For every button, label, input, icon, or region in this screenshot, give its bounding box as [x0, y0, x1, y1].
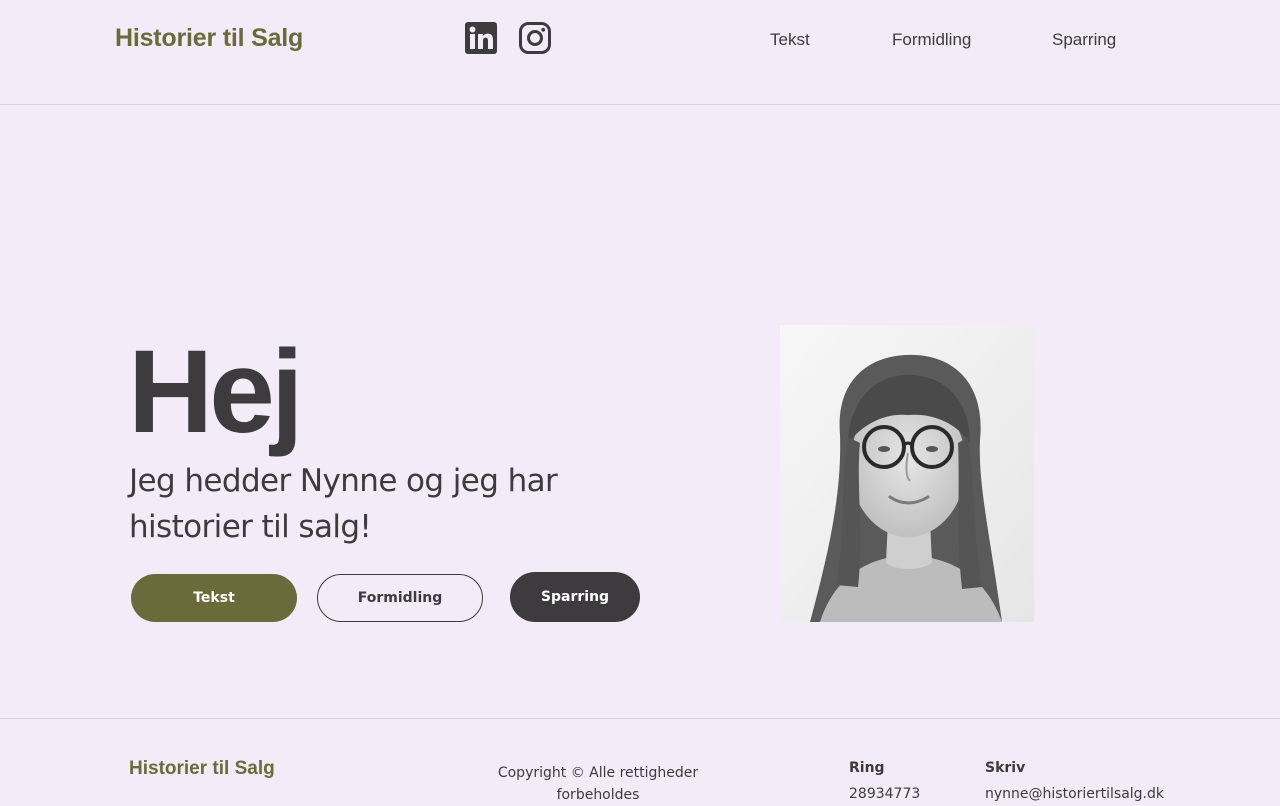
contact-skriv-label: Skriv [985, 760, 1026, 776]
contact-ring-label: Ring [849, 760, 885, 776]
sparring-button[interactable]: Sparring [510, 572, 640, 622]
linkedin-link[interactable] [464, 21, 498, 55]
nav-formidling[interactable]: Formidling [892, 28, 971, 52]
nav-sparring[interactable]: Sparring [1052, 28, 1116, 52]
footer-divider [0, 718, 1280, 719]
formidling-button[interactable]: Formidling [317, 574, 483, 622]
hero-title: Hej [128, 326, 304, 458]
contact-email[interactable]: nynne@historiertilsalg.dk [985, 784, 1164, 804]
site-logo[interactable]: Historier til Salg [115, 22, 303, 54]
linkedin-icon [465, 22, 497, 54]
copyright-text: Copyright © Alle rettigheder forbeholdes [497, 765, 699, 803]
portrait-photo [780, 325, 1034, 622]
hero-subtitle: Jeg hedder Nynne og jeg har historier ti… [129, 463, 558, 545]
site-header: Historier til Salg Tekst Formidling Spar… [0, 0, 1280, 105]
instagram-link[interactable] [518, 21, 552, 55]
social-links [464, 20, 552, 56]
nav-tekst[interactable]: Tekst [770, 28, 810, 52]
tekst-button[interactable]: Tekst [131, 574, 297, 622]
footer-logo[interactable]: Historier til Salg [129, 757, 275, 781]
instagram-icon [519, 22, 551, 54]
contact-phone[interactable]: 28934773 [849, 784, 920, 804]
